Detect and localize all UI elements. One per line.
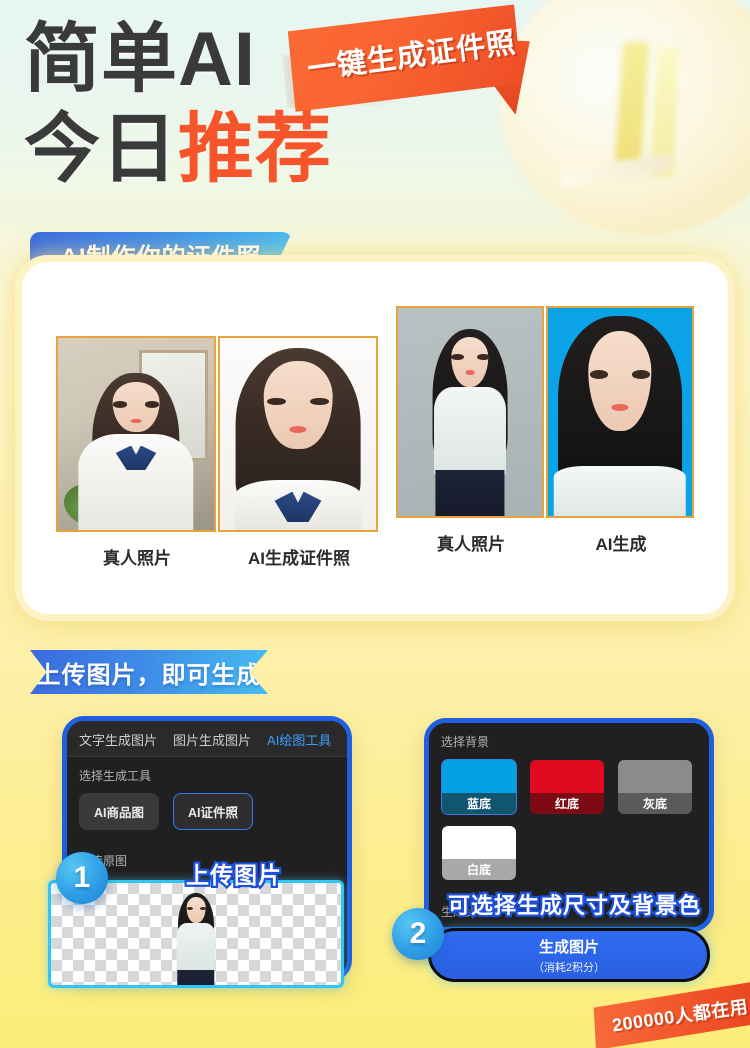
comparison-group-left: 真人照片 AI生成证件照	[56, 336, 380, 569]
caption-real-photo: 真人照片	[437, 535, 505, 554]
tool-chip-id-photo[interactable]: AI证件照	[173, 793, 254, 830]
step-badge-two: 2	[392, 908, 444, 960]
portrait-art	[548, 308, 692, 516]
generate-image-button[interactable]: 生成图片 （消耗2积分）	[428, 928, 710, 982]
tool-picker-label: 选择生成工具	[79, 769, 152, 783]
step-badge-one: 1	[56, 852, 108, 904]
comparison-group-right: 真人照片 AI生成	[396, 306, 696, 555]
swatch-color-white	[442, 826, 516, 860]
section-two-heading: 上传图片，即可生成	[30, 650, 268, 694]
hero-section: 简单AI 今日推荐 一键生成证件照	[0, 0, 750, 220]
photo-ai-portrait	[546, 306, 694, 518]
comparison-row	[396, 306, 696, 518]
caption-ai-generated: AI生成	[595, 535, 647, 554]
overlay-caption-upload: 上传图片	[184, 860, 284, 891]
swatch-white[interactable]: 白底	[441, 825, 517, 881]
overlay-caption-size: 可选择生成尺寸及背景色	[446, 891, 703, 921]
swatch-label-blue: 蓝底	[442, 793, 516, 814]
swatch-gray[interactable]: 灰底	[617, 759, 693, 815]
photo-real-portrait	[396, 306, 544, 518]
swatch-label-white: 白底	[442, 859, 516, 880]
tab-bar: 文字生成图片 图片生成图片 AI绘图工具	[67, 721, 347, 757]
swatch-color-blue	[442, 760, 516, 794]
photo-ai-id-student	[218, 336, 378, 532]
swatch-label-red: 红底	[530, 793, 604, 814]
comparison-captions: 真人照片 AI生成证件照	[56, 544, 380, 569]
portrait-art	[58, 338, 214, 530]
tab-ai-drawing-tools[interactable]: AI绘图工具	[267, 730, 331, 749]
tool-picker: 选择生成工具 AI商品图 AI证件照	[67, 757, 347, 840]
photo-real-student	[56, 336, 216, 532]
tool-chip-row: AI商品图 AI证件照	[79, 793, 335, 830]
uploaded-portrait-preview	[160, 889, 232, 985]
tool-chip-product-image[interactable]: AI商品图	[79, 793, 160, 830]
banner-label: 200000人都在用	[610, 996, 750, 1036]
caption-ai-id-photo: AI生成证件照	[248, 549, 350, 568]
hero-ribbon: 一键生成证件照	[286, 0, 547, 146]
portrait-art	[398, 308, 542, 516]
swatch-red[interactable]: 红底	[529, 759, 605, 815]
promo-page: 简单AI 今日推荐 一键生成证件照 AI制作你的证件照 真人照片 AI生成证件照…	[0, 0, 750, 1048]
caption-real-photo: 真人照片	[103, 549, 171, 568]
comparison-row	[56, 336, 380, 532]
hero-title-line1: 简单AI	[24, 17, 256, 102]
portrait-art	[220, 338, 376, 530]
comparison-captions: 真人照片 AI生成	[396, 530, 696, 555]
swatch-color-gray	[618, 760, 692, 794]
background-picker-label: 选择背景	[441, 735, 490, 749]
generate-button-subtitle: （消耗2积分）	[532, 961, 606, 974]
users-count-banner: 200000人都在用	[590, 980, 750, 1048]
hero-title-line2: 今日推荐	[24, 112, 332, 188]
hero-title-dark: 今日	[24, 107, 178, 192]
tab-text-to-image[interactable]: 文字生成图片	[79, 730, 157, 749]
generate-button-title: 生成图片	[538, 938, 599, 956]
background-swatch-grid: 蓝底 红底 灰底 白底	[441, 759, 697, 881]
swatch-color-red	[530, 760, 604, 794]
swatch-label-gray: 灰底	[618, 793, 692, 814]
background-picker: 选择背景 蓝底 红底 灰底 白底	[429, 723, 709, 891]
tab-image-to-image[interactable]: 图片生成图片	[173, 730, 251, 749]
swatch-blue[interactable]: 蓝底	[441, 759, 517, 815]
